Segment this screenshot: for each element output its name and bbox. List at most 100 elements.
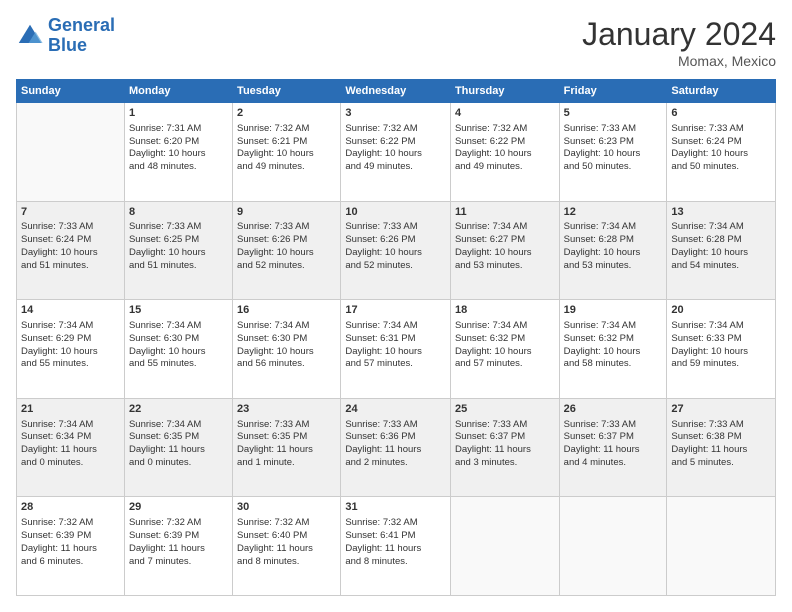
day-info: Sunrise: 7:34 AM Sunset: 6:30 PM Dayligh…: [237, 320, 336, 371]
day-info: Sunrise: 7:32 AM Sunset: 6:22 PM Dayligh…: [345, 123, 446, 174]
day-number: 3: [345, 106, 446, 121]
col-header-tuesday: Tuesday: [233, 80, 341, 103]
day-number: 23: [237, 402, 336, 417]
day-info: Sunrise: 7:34 AM Sunset: 6:32 PM Dayligh…: [455, 320, 555, 371]
day-number: 2: [237, 106, 336, 121]
calendar-cell: 29Sunrise: 7:32 AM Sunset: 6:39 PM Dayli…: [124, 497, 232, 596]
day-info: Sunrise: 7:34 AM Sunset: 6:35 PM Dayligh…: [129, 419, 228, 470]
day-info: Sunrise: 7:32 AM Sunset: 6:40 PM Dayligh…: [237, 517, 336, 568]
day-number: 13: [671, 205, 771, 220]
col-header-friday: Friday: [559, 80, 667, 103]
day-number: 30: [237, 500, 336, 515]
day-info: Sunrise: 7:34 AM Sunset: 6:32 PM Dayligh…: [564, 320, 663, 371]
day-number: 28: [21, 500, 120, 515]
day-number: 10: [345, 205, 446, 220]
calendar-cell: 8Sunrise: 7:33 AM Sunset: 6:25 PM Daylig…: [124, 201, 232, 300]
day-info: Sunrise: 7:33 AM Sunset: 6:26 PM Dayligh…: [345, 221, 446, 272]
calendar-cell: 22 Sunrise: 7:34 AM Sunset: 6:35 PM Dayli…: [124, 398, 232, 497]
calendar-cell: 14 Sunrise: 7:34 AM Sunset: 6:29 PM Dayli…: [17, 300, 125, 399]
day-info: Sunrise: 7:34 AM Sunset: 6:31 PM Dayligh…: [345, 320, 446, 371]
day-info: Sunrise: 7:32 AM Sunset: 6:21 PM Dayligh…: [237, 123, 336, 174]
day-info: Sunrise: 7:34 AM Sunset: 6:29 PM Dayligh…: [21, 320, 120, 371]
day-number: 5: [564, 106, 663, 121]
title-block: January 2024 Momax, Mexico: [582, 16, 776, 69]
calendar-cell: 5Sunrise: 7:33 AM Sunset: 6:23 PM Daylig…: [559, 103, 667, 202]
calendar-cell: 15 Sunrise: 7:34 AM Sunset: 6:30 PM Dayli…: [124, 300, 232, 399]
day-number: 18: [455, 303, 555, 318]
calendar-cell: 2 Sunrise: 7:32 AM Sunset: 6:21 PM Daylig…: [233, 103, 341, 202]
day-info: Sunrise: 7:31 AM Sunset: 6:20 PM Dayligh…: [129, 123, 228, 174]
day-info: Sunrise: 7:34 AM Sunset: 6:30 PM Dayligh…: [129, 320, 228, 371]
day-info: Sunrise: 7:32 AM Sunset: 6:22 PM Dayligh…: [455, 123, 555, 174]
calendar-cell: 4 Sunrise: 7:32 AM Sunset: 6:22 PM Daylig…: [450, 103, 559, 202]
calendar-cell: [450, 497, 559, 596]
day-number: 11: [455, 205, 555, 220]
calendar-cell: 27Sunrise: 7:33 AM Sunset: 6:38 PM Dayli…: [667, 398, 776, 497]
calendar-table: SundayMondayTuesdayWednesdayThursdayFrid…: [16, 79, 776, 596]
calendar-cell: 24 Sunrise: 7:33 AM Sunset: 6:36 PM Dayli…: [341, 398, 451, 497]
day-number: 7: [21, 205, 120, 220]
day-number: 17: [345, 303, 446, 318]
day-info: Sunrise: 7:34 AM Sunset: 6:34 PM Dayligh…: [21, 419, 120, 470]
day-number: 22: [129, 402, 228, 417]
calendar-cell: 7Sunrise: 7:33 AM Sunset: 6:24 PM Daylig…: [17, 201, 125, 300]
calendar-cell: 28 Sunrise: 7:32 AM Sunset: 6:39 PM Dayli…: [17, 497, 125, 596]
calendar-cell: 26Sunrise: 7:33 AM Sunset: 6:37 PM Dayli…: [559, 398, 667, 497]
day-number: 1: [129, 106, 228, 121]
calendar-cell: 21 Sunrise: 7:34 AM Sunset: 6:34 PM Dayli…: [17, 398, 125, 497]
col-header-sunday: Sunday: [17, 80, 125, 103]
col-header-thursday: Thursday: [450, 80, 559, 103]
calendar-cell: 25Sunrise: 7:33 AM Sunset: 6:37 PM Dayli…: [450, 398, 559, 497]
day-info: Sunrise: 7:33 AM Sunset: 6:36 PM Dayligh…: [345, 419, 446, 470]
calendar-cell: 18 Sunrise: 7:34 AM Sunset: 6:32 PM Dayli…: [450, 300, 559, 399]
calendar-cell: 17 Sunrise: 7:34 AM Sunset: 6:31 PM Dayli…: [341, 300, 451, 399]
calendar-cell: [667, 497, 776, 596]
day-number: 26: [564, 402, 663, 417]
header-row: SundayMondayTuesdayWednesdayThursdayFrid…: [17, 80, 776, 103]
day-number: 25: [455, 402, 555, 417]
calendar-cell: 23Sunrise: 7:33 AM Sunset: 6:35 PM Dayli…: [233, 398, 341, 497]
week-row-2: 7Sunrise: 7:33 AM Sunset: 6:24 PM Daylig…: [17, 201, 776, 300]
week-row-5: 28 Sunrise: 7:32 AM Sunset: 6:39 PM Dayli…: [17, 497, 776, 596]
day-info: Sunrise: 7:33 AM Sunset: 6:24 PM Dayligh…: [671, 123, 771, 174]
day-number: 9: [237, 205, 336, 220]
day-number: 19: [564, 303, 663, 318]
calendar-cell: 20Sunrise: 7:34 AM Sunset: 6:33 PM Dayli…: [667, 300, 776, 399]
week-row-3: 14 Sunrise: 7:34 AM Sunset: 6:29 PM Dayli…: [17, 300, 776, 399]
calendar-cell: 13Sunrise: 7:34 AM Sunset: 6:28 PM Dayli…: [667, 201, 776, 300]
col-header-monday: Monday: [124, 80, 232, 103]
day-number: 8: [129, 205, 228, 220]
day-number: 4: [455, 106, 555, 121]
calendar-cell: 9Sunrise: 7:33 AM Sunset: 6:26 PM Daylig…: [233, 201, 341, 300]
calendar-cell: 16 Sunrise: 7:34 AM Sunset: 6:30 PM Dayli…: [233, 300, 341, 399]
header: General Blue January 2024 Momax, Mexico: [16, 16, 776, 69]
page: General Blue January 2024 Momax, Mexico …: [0, 0, 792, 612]
day-info: Sunrise: 7:33 AM Sunset: 6:24 PM Dayligh…: [21, 221, 120, 272]
day-number: 15: [129, 303, 228, 318]
logo-icon: [16, 22, 44, 50]
calendar-cell: 31 Sunrise: 7:32 AM Sunset: 6:41 PM Dayli…: [341, 497, 451, 596]
day-info: Sunrise: 7:33 AM Sunset: 6:26 PM Dayligh…: [237, 221, 336, 272]
col-header-wednesday: Wednesday: [341, 80, 451, 103]
day-number: 31: [345, 500, 446, 515]
day-info: Sunrise: 7:32 AM Sunset: 6:39 PM Dayligh…: [129, 517, 228, 568]
day-info: Sunrise: 7:34 AM Sunset: 6:28 PM Dayligh…: [671, 221, 771, 272]
logo-blue: Blue: [48, 35, 87, 55]
calendar-cell: 12Sunrise: 7:34 AM Sunset: 6:28 PM Dayli…: [559, 201, 667, 300]
logo-text: General Blue: [48, 16, 115, 56]
day-info: Sunrise: 7:32 AM Sunset: 6:41 PM Dayligh…: [345, 517, 446, 568]
day-number: 12: [564, 205, 663, 220]
calendar-cell: 30 Sunrise: 7:32 AM Sunset: 6:40 PM Dayli…: [233, 497, 341, 596]
day-number: 14: [21, 303, 120, 318]
week-row-4: 21 Sunrise: 7:34 AM Sunset: 6:34 PM Dayli…: [17, 398, 776, 497]
day-info: Sunrise: 7:34 AM Sunset: 6:28 PM Dayligh…: [564, 221, 663, 272]
day-info: Sunrise: 7:32 AM Sunset: 6:39 PM Dayligh…: [21, 517, 120, 568]
day-number: 21: [21, 402, 120, 417]
day-number: 24: [345, 402, 446, 417]
calendar-cell: [559, 497, 667, 596]
day-info: Sunrise: 7:34 AM Sunset: 6:33 PM Dayligh…: [671, 320, 771, 371]
day-number: 16: [237, 303, 336, 318]
calendar-cell: 10Sunrise: 7:33 AM Sunset: 6:26 PM Dayli…: [341, 201, 451, 300]
calendar-cell: 19 Sunrise: 7:34 AM Sunset: 6:32 PM Dayli…: [559, 300, 667, 399]
calendar-cell: 3 Sunrise: 7:32 AM Sunset: 6:22 PM Daylig…: [341, 103, 451, 202]
